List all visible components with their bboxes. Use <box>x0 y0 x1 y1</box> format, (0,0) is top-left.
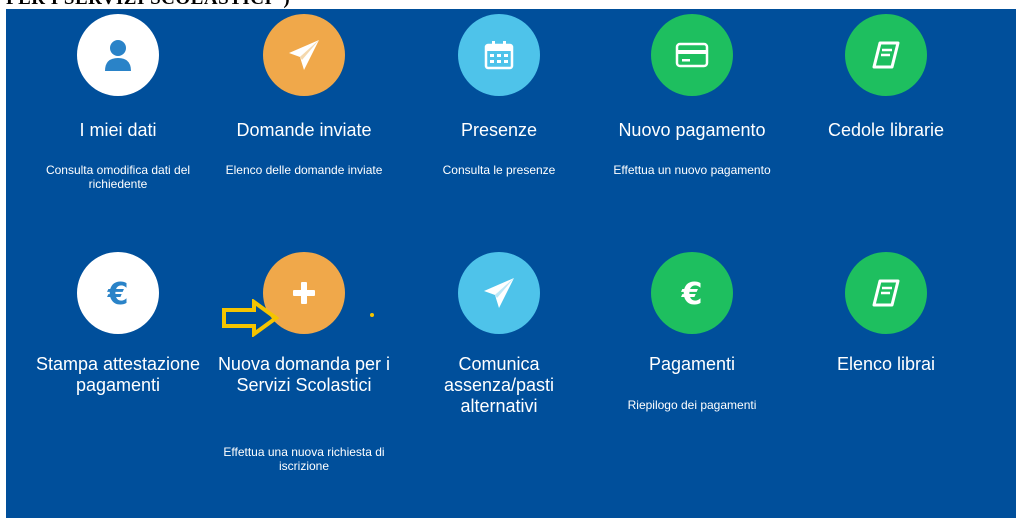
paper-plane-icon[interactable] <box>263 14 345 96</box>
svg-text:€: € <box>107 277 129 310</box>
tile-title: Domande inviate <box>236 120 372 140</box>
euro-icon[interactable]: € <box>77 252 159 334</box>
tile-description: Consulta omodifica dati del richiedente <box>45 163 191 191</box>
calendar-icon[interactable] <box>458 14 540 96</box>
tile-title: Presenze <box>460 120 538 140</box>
paper-plane-icon[interactable] <box>458 252 540 334</box>
book-icon[interactable] <box>845 252 927 334</box>
tile-title: Nuovo pagamento <box>618 120 766 140</box>
svg-text:€: € <box>681 277 703 310</box>
tile-description: Effettua una nuova richiesta di iscrizio… <box>223 445 385 473</box>
user-icon[interactable] <box>77 14 159 96</box>
book-icon[interactable] <box>845 14 927 96</box>
tile-title: Stampa attestazione pagamenti <box>35 354 201 395</box>
page-header-fragment: PER I SERVIZI SCOLASTICI") <box>0 0 1026 9</box>
credit-card-icon[interactable] <box>651 14 733 96</box>
tile-title: Comunica assenza/pasti alternativi <box>443 354 555 416</box>
annotation-dot <box>370 313 374 317</box>
tile-description: Consulta le presenze <box>442 163 556 177</box>
tile-description: Elenco delle domande inviate <box>225 163 383 177</box>
tile-title: Pagamenti <box>648 354 736 374</box>
tile-title: Nuova domanda per i Servizi Scolastici <box>217 354 391 395</box>
pointer-arrow-icon <box>222 299 280 337</box>
tile-title: Elenco librai <box>836 354 936 374</box>
services-panel: I miei dati Consulta omodifica dati del … <box>6 9 1016 518</box>
tile-title: Cedole librarie <box>827 120 945 140</box>
tile-title: I miei dati <box>79 120 157 140</box>
tile-description: Effettua un nuovo pagamento <box>613 163 771 177</box>
tile-description: Riepilogo dei pagamenti <box>627 398 757 412</box>
page-header-text: PER I SERVIZI SCOLASTICI") <box>6 0 290 9</box>
euro-icon[interactable]: € <box>651 252 733 334</box>
